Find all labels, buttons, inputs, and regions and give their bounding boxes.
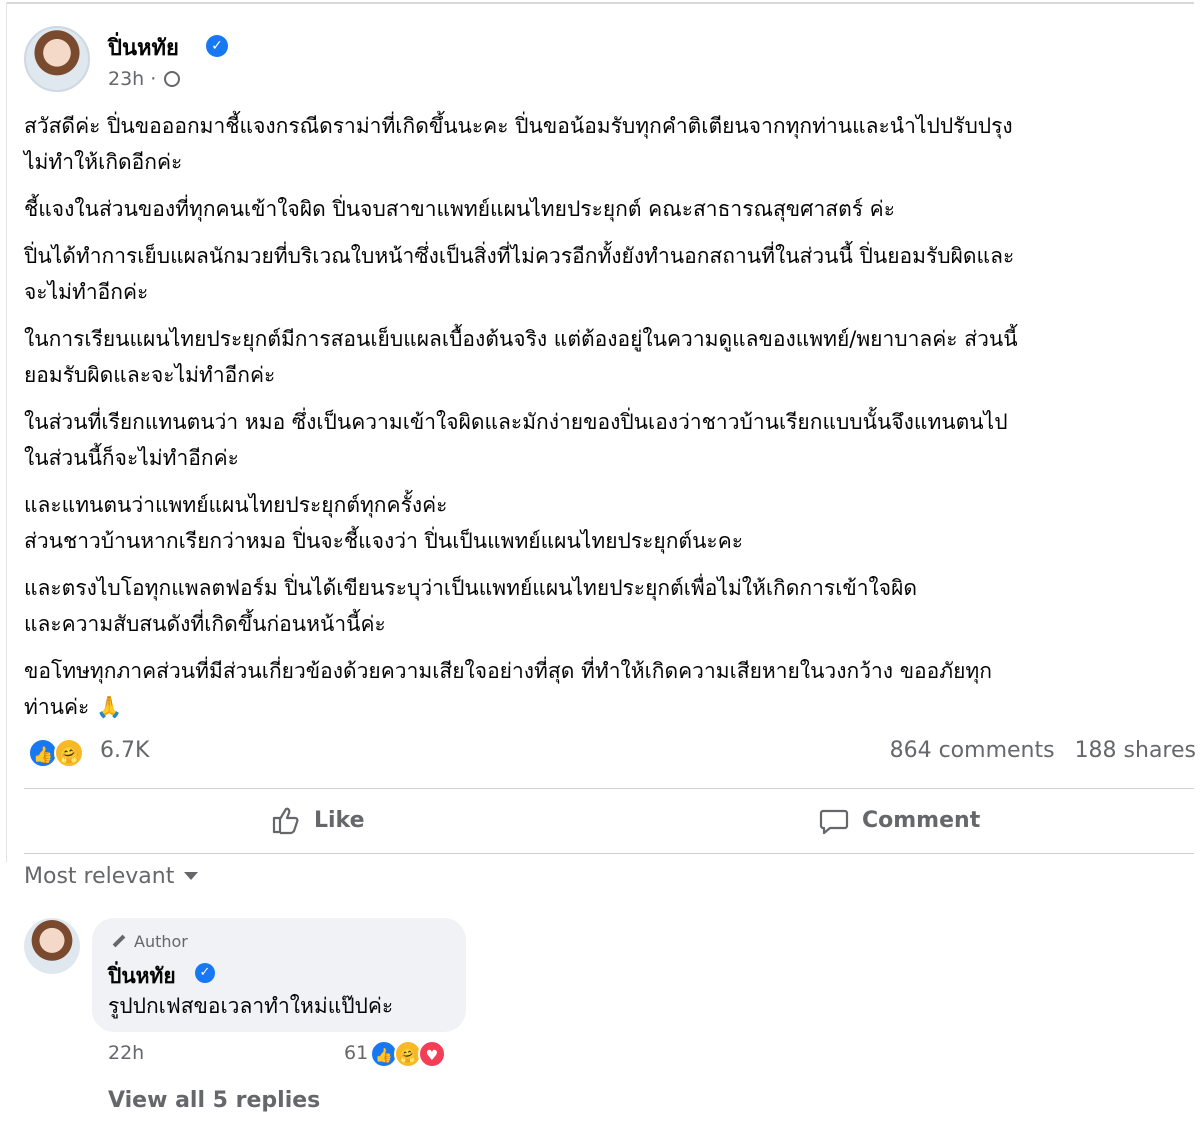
post-paragraph: สวัสดีค่ะ ปิ่นขอออกมาชี้แจงกรณีดราม่าที่… — [24, 114, 1013, 174]
comment-sort-dropdown[interactable]: Most relevant — [24, 864, 199, 889]
comment-label: Comment — [862, 807, 981, 833]
comment-bubble: Author ปิ่นหทัย ✓ รูปปกเฟสขอเวลาทำใหม่แป… — [92, 918, 466, 1032]
author-name[interactable]: ปิ่นหทัย — [108, 30, 179, 65]
care-reaction-icon: 🤗 — [54, 738, 84, 768]
post-meta: 23h · — [108, 68, 181, 90]
post-time[interactable]: 23h — [108, 68, 144, 90]
post-paragraph: ขอโทษทุกภาคส่วนที่มีส่วนเกี่ยวข้องด้วยคว… — [24, 659, 992, 719]
like-button[interactable]: Like — [270, 800, 365, 840]
comments-count-link[interactable]: 864 comments — [890, 738, 1055, 763]
verified-check-icon: ✓ — [206, 35, 228, 57]
sort-label: Most relevant — [24, 864, 175, 889]
view-replies-link[interactable]: View all 5 replies — [108, 1088, 320, 1113]
author-badge: Author — [112, 932, 188, 951]
divider — [24, 853, 1194, 854]
post-stats: 864 comments 188 shares — [890, 738, 1196, 763]
author-avatar[interactable] — [24, 26, 90, 92]
love-reaction-icon: ♥ — [418, 1040, 446, 1068]
divider — [24, 788, 1194, 789]
post-paragraph: และแทนตนว่าแพทย์แผนไทยประยุกต์ทุกครั้งค่… — [24, 493, 744, 553]
pencil-icon — [112, 934, 126, 948]
post-body: สวัสดีค่ะ ปิ่นขอออกมาชี้แจงกรณีดราม่าที่… — [24, 108, 1194, 736]
reaction-count: 6.7K — [100, 738, 150, 763]
comment-bubble-icon — [819, 809, 849, 835]
shares-count-link[interactable]: 188 shares — [1075, 738, 1196, 763]
post-paragraph: ในส่วนที่เรียกแทนตนว่า หมอ ซึ่งเป็นความเ… — [24, 410, 1008, 470]
verified-check-icon: ✓ — [195, 963, 215, 983]
commenter-avatar[interactable] — [24, 918, 80, 974]
comment-time[interactable]: 22h — [108, 1042, 144, 1064]
comment-button[interactable]: Comment — [818, 800, 980, 840]
comment-reaction-count: 61 — [344, 1042, 369, 1064]
post-paragraph: และตรงไบโอทุกแพลตฟอร์ม ปิ่นได้เขียนระบุว… — [24, 576, 918, 636]
post-paragraph: ปิ่นได้ทำการเย็บแผลนักมวยที่บริเวณใบหน้า… — [24, 244, 1015, 304]
caret-down-icon — [184, 872, 199, 880]
commenter-name[interactable]: ปิ่นหทัย — [108, 960, 176, 993]
globe-icon — [164, 71, 181, 87]
post-paragraph: ชี้แจงในส่วนของที่ทุกคนเข้าใจผิด ปิ่นจบส… — [24, 197, 895, 221]
like-label: Like — [314, 807, 365, 833]
comment-text: รูปปกเฟสขอเวลาทำใหม่แป๊ปค่ะ — [108, 994, 394, 1018]
post-paragraph: ในการเรียนแผนไทยประยุกต์มีการสอนเย็บแผลเ… — [24, 327, 1018, 387]
author-badge-label: Author — [134, 932, 188, 951]
facebook-post: ปิ่นหทัย ✓ 23h · สวัสดีค่ะ ปิ่นขอออกมาชี… — [0, 0, 1200, 1129]
thumbs-up-icon — [272, 807, 299, 835]
